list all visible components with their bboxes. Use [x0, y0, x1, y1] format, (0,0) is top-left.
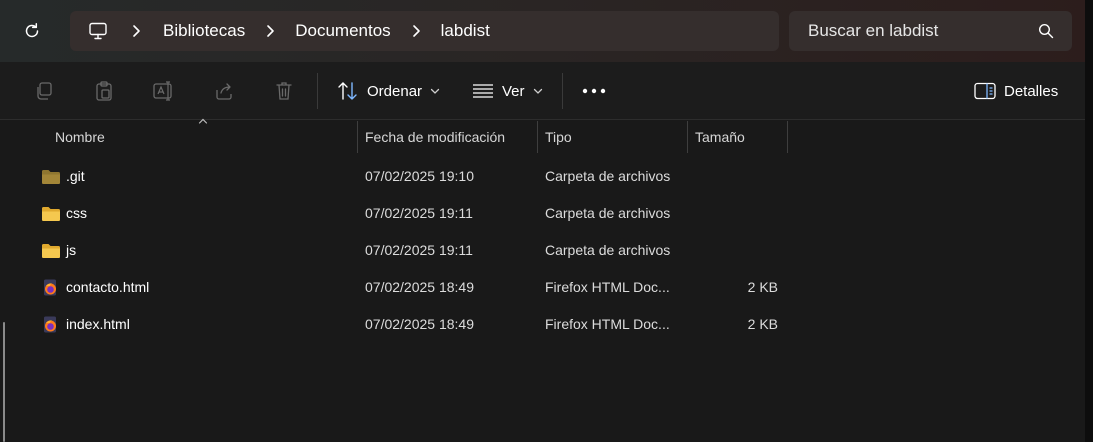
search-box[interactable]: Buscar en labdist [789, 11, 1072, 51]
details-pane-icon [974, 82, 996, 100]
address-bar-area: Bibliotecas Documentos labdist Buscar en… [0, 0, 1093, 62]
file-name: .git [66, 168, 85, 184]
sort-icon [338, 82, 357, 100]
list-item[interactable]: .git 07/02/2025 19:10 Carpeta de archivo… [18, 158, 1085, 195]
details-label: Detalles [1004, 82, 1059, 100]
toolbar-divider [317, 73, 318, 109]
breadcrumb-item-current[interactable]: labdist [441, 21, 490, 41]
sort-button[interactable]: Ordenar [337, 77, 440, 105]
file-date: 07/02/2025 19:11 [365, 242, 473, 258]
view-button[interactable]: Ver [472, 77, 543, 105]
chevron-right-icon[interactable] [403, 24, 429, 38]
refresh-icon [25, 23, 39, 38]
file-date: 07/02/2025 19:10 [365, 168, 474, 184]
list-item[interactable]: index.html 07/02/2025 18:49 Firefox HTML… [18, 306, 1085, 343]
breadcrumb-item[interactable]: Bibliotecas [163, 21, 245, 41]
delete-icon[interactable] [272, 79, 296, 103]
list-item[interactable]: js 07/02/2025 19:11 Carpeta de archivos [18, 232, 1085, 269]
folder-icon [42, 244, 60, 258]
scrollbar[interactable] [3, 322, 5, 442]
file-name: js [66, 242, 77, 258]
column-header-date[interactable]: Fecha de modificación [365, 121, 505, 153]
refresh-button[interactable] [18, 17, 46, 45]
paste-icon[interactable] [92, 79, 116, 103]
view-label: Ver [502, 82, 525, 100]
search-icon[interactable] [1036, 21, 1056, 41]
sort-label: Ordenar [367, 82, 423, 100]
list-item[interactable]: css 07/02/2025 19:11 Carpeta de archivos [18, 195, 1085, 232]
folder-icon [42, 207, 60, 221]
file-type: Carpeta de archivos [545, 168, 671, 184]
file-date: 07/02/2025 19:11 [365, 205, 473, 221]
file-size: 2 KB [747, 279, 778, 295]
breadcrumb[interactable]: Bibliotecas Documentos labdist [70, 11, 779, 51]
chevron-down-icon [533, 87, 543, 95]
sort-ascending-icon [198, 118, 208, 124]
toolbar-divider [562, 73, 563, 109]
column-divider[interactable] [787, 121, 788, 153]
rename-icon[interactable] [152, 79, 176, 103]
share-icon[interactable] [212, 79, 236, 103]
column-header-name[interactable]: Nombre [55, 121, 105, 153]
file-type: Firefox HTML Doc... [545, 279, 670, 295]
file-type: Firefox HTML Doc... [545, 316, 670, 332]
column-divider[interactable] [687, 121, 688, 153]
file-type: Carpeta de archivos [545, 242, 671, 258]
details-button[interactable]: Detalles [974, 77, 1058, 105]
list-item[interactable]: contacto.html 07/02/2025 18:49 Firefox H… [18, 269, 1085, 306]
copy-icon[interactable] [32, 79, 56, 103]
file-name: index.html [66, 316, 130, 332]
firefox-html-icon [44, 279, 56, 296]
column-header-type[interactable]: Tipo [545, 121, 572, 153]
file-date: 07/02/2025 18:49 [365, 316, 474, 332]
folder-dark-icon [42, 170, 60, 184]
firefox-html-icon [44, 316, 56, 333]
chevron-right-icon[interactable] [123, 24, 149, 38]
file-size: 2 KB [747, 316, 778, 332]
file-name: css [66, 205, 87, 221]
monitor-icon [89, 22, 107, 40]
window-edge [1085, 0, 1093, 442]
chevron-right-icon[interactable] [257, 24, 283, 38]
more-icon[interactable] [582, 79, 606, 103]
file-type: Carpeta de archivos [545, 205, 671, 221]
column-divider[interactable] [357, 121, 358, 153]
this-pc-button[interactable] [85, 18, 111, 44]
file-date: 07/02/2025 18:49 [365, 279, 474, 295]
search-input[interactable]: Buscar en labdist [808, 21, 1036, 41]
chevron-down-icon [430, 87, 440, 95]
column-header-size[interactable]: Tamaño [695, 121, 745, 153]
view-icon [473, 84, 493, 98]
breadcrumb-item[interactable]: Documentos [295, 21, 390, 41]
file-name: contacto.html [66, 279, 150, 295]
command-bar: Ordenar Ver Detalles [0, 62, 1085, 120]
column-divider[interactable] [537, 121, 538, 153]
